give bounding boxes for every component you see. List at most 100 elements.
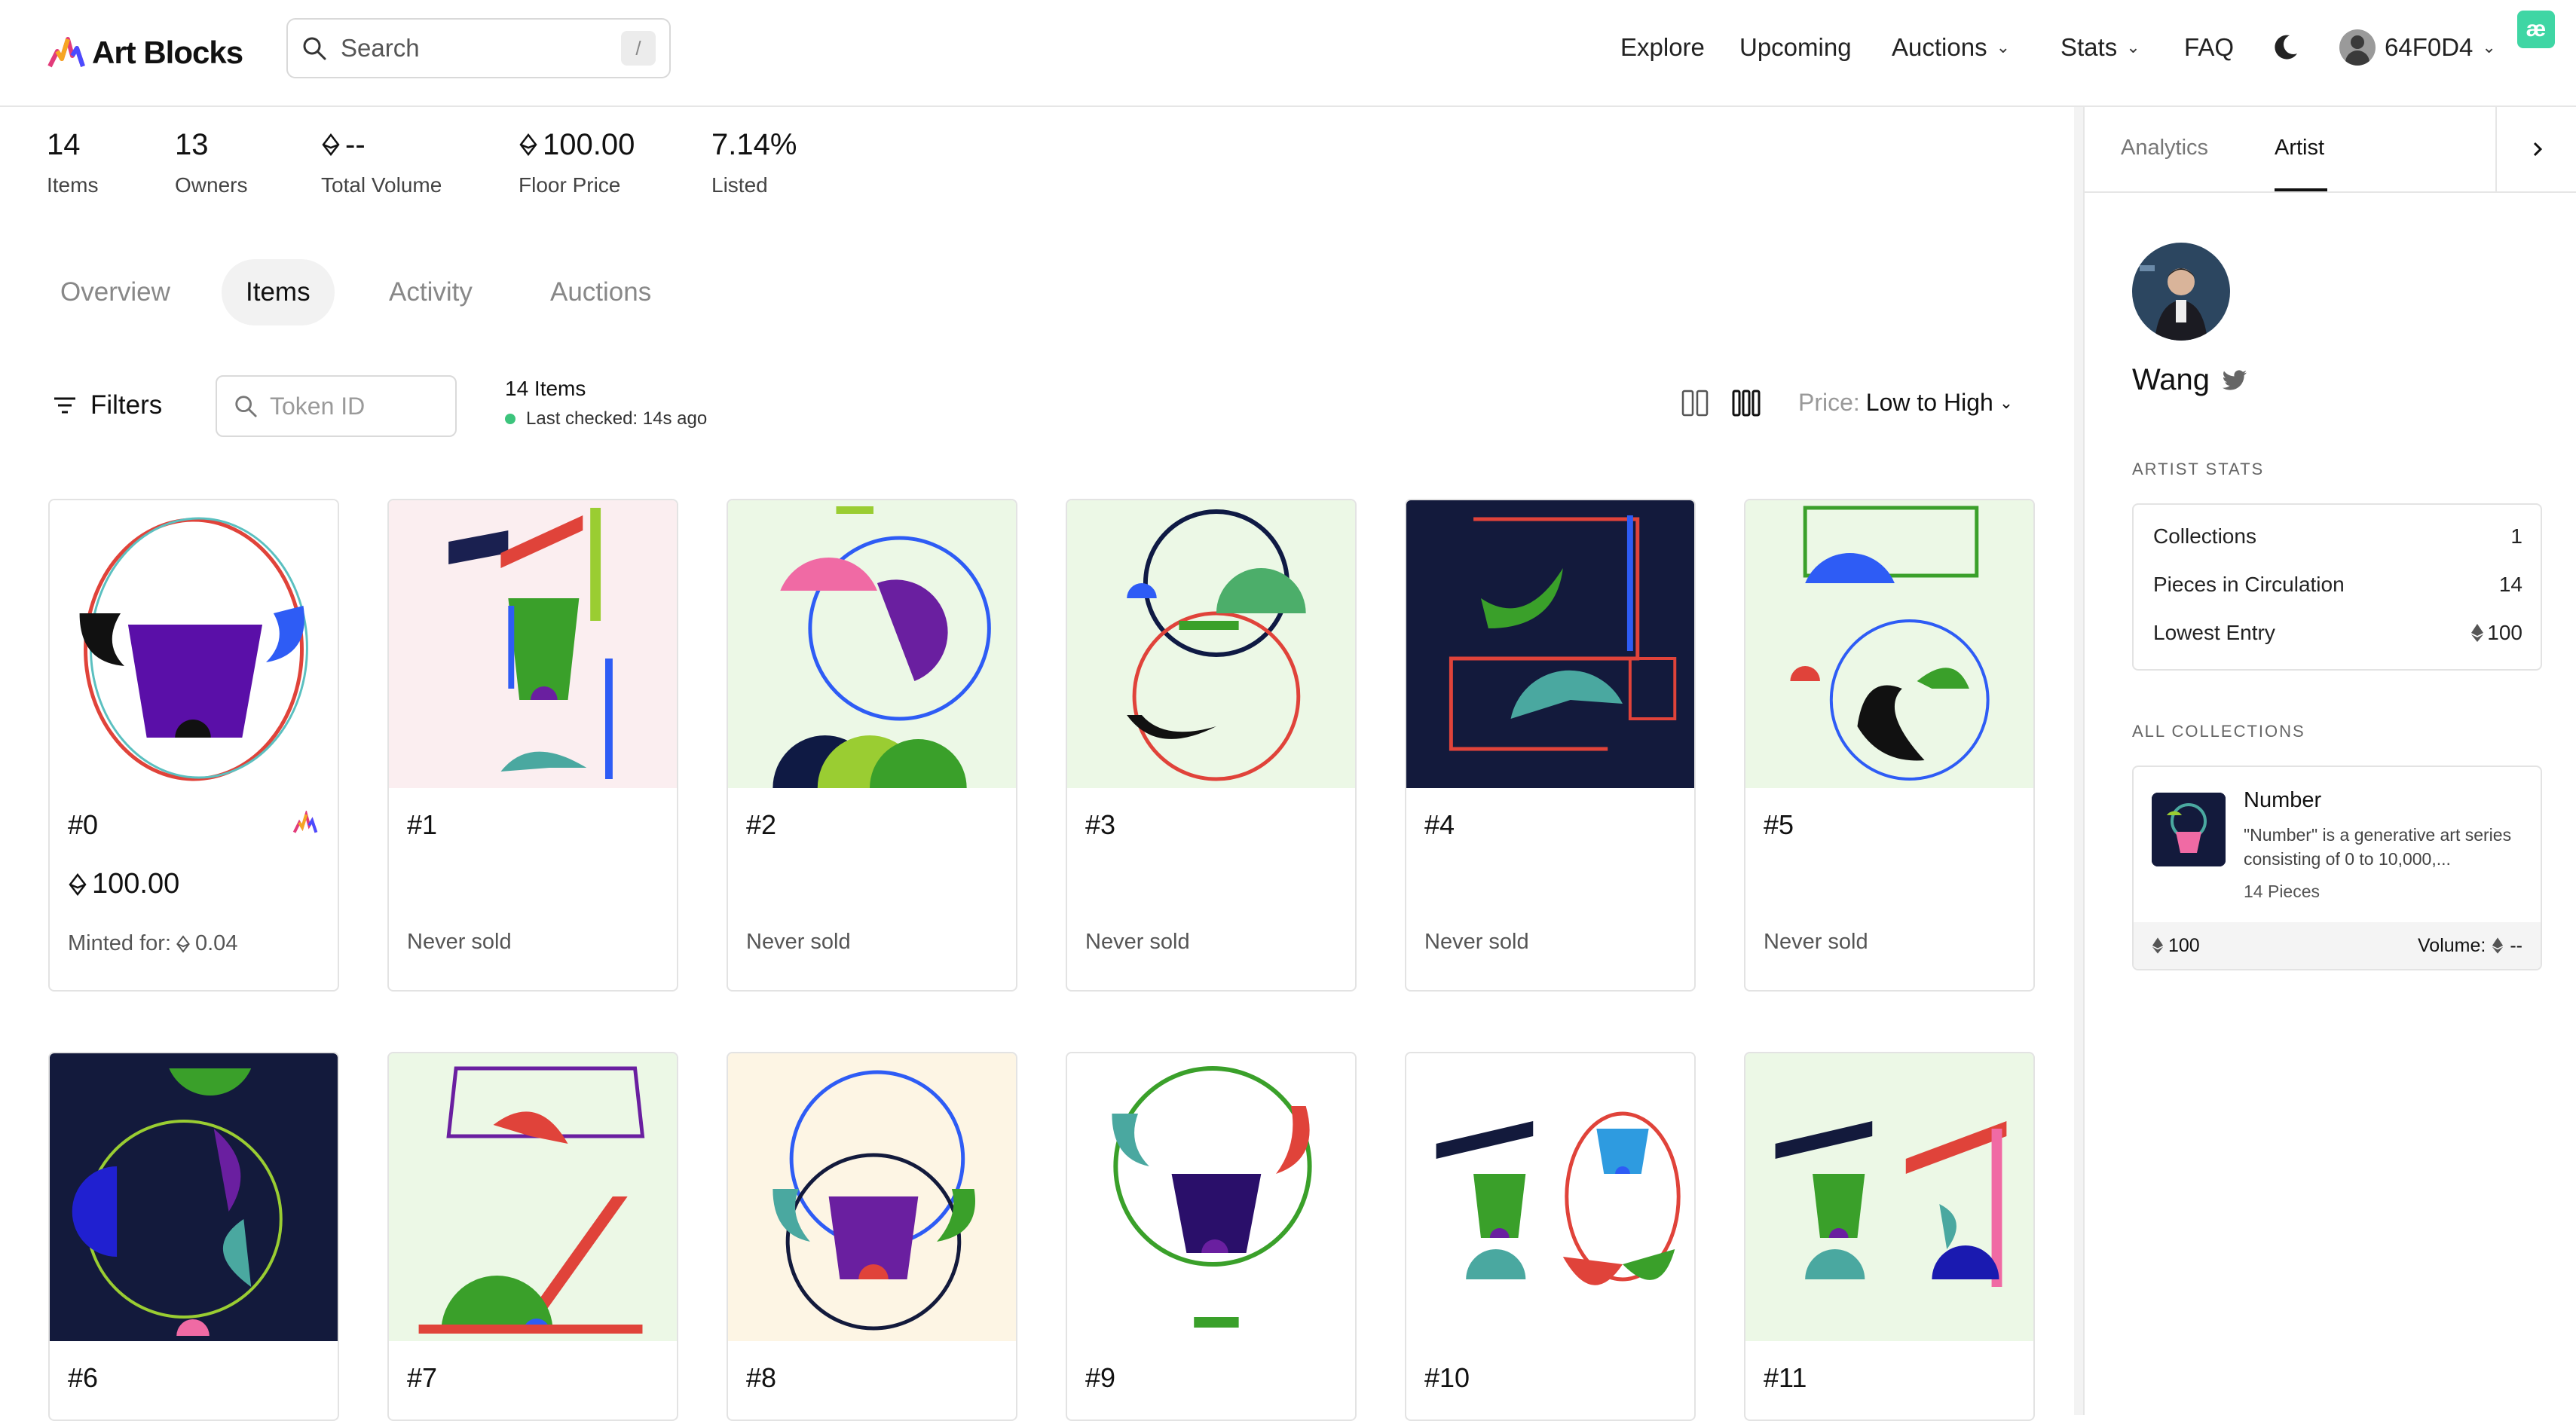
twitter-icon[interactable] xyxy=(2222,369,2247,391)
collection-card[interactable]: Number "Number" is a generative art seri… xyxy=(2132,766,2542,970)
item-sale-status: Never sold xyxy=(746,930,851,954)
artist-stat-row: Collections 1 xyxy=(2153,524,2522,549)
item-number: #3 xyxy=(1085,809,1116,840)
eth-icon xyxy=(2471,624,2484,642)
item-minted-for: Minted for: 0.04 xyxy=(68,931,237,956)
item-number: #8 xyxy=(746,1362,777,1393)
stat-value: 7.14% xyxy=(711,127,797,161)
artist-name-label: Wang xyxy=(2132,363,2210,396)
artwork-thumbnail xyxy=(728,500,1016,788)
art-blocks-logo[interactable]: Art Blocks xyxy=(47,26,243,80)
nav-auctions[interactable]: Auctions ⌄ xyxy=(1892,0,2010,94)
artist-avatar[interactable] xyxy=(2132,243,2230,341)
tab-analytics[interactable]: Analytics xyxy=(2121,136,2208,160)
nav-auctions-label: Auctions xyxy=(1892,32,1987,61)
stat-label: Items xyxy=(47,173,99,197)
item-sale-status: Never sold xyxy=(1424,930,1529,954)
stat-label: Owners xyxy=(175,173,248,197)
minted-label: Minted for: xyxy=(68,931,171,955)
active-tab-indicator xyxy=(2275,188,2327,191)
item-number: #7 xyxy=(407,1362,438,1393)
artwork-thumbnail xyxy=(50,500,338,788)
artwork-thumbnail xyxy=(1406,500,1694,788)
eth-icon xyxy=(2152,937,2164,954)
chevron-down-icon: ⌄ xyxy=(2482,37,2496,57)
nav-stats-label: Stats xyxy=(2060,32,2118,61)
eth-icon xyxy=(322,133,340,156)
artist-stat-value: 14 xyxy=(2498,573,2522,596)
stat-label: Floor Price xyxy=(519,173,621,197)
collection-footer: 100 Volume: -- xyxy=(2134,922,2541,969)
nav-explore-label: Explore xyxy=(1620,32,1705,61)
item-card-0[interactable]: #0 100.00 Minted for: 0.04 xyxy=(48,499,339,992)
collection-pieces: 14 Pieces xyxy=(2244,882,2321,901)
collection-volume-label: Volume: xyxy=(2418,934,2486,956)
sort-select[interactable]: Price: Low to High ⌄ xyxy=(1798,389,2013,417)
stat-value: 13 xyxy=(175,127,209,161)
collection-description: "Number" is a generative art series cons… xyxy=(2244,825,2512,869)
nav-upcoming[interactable]: Upcoming xyxy=(1739,0,1852,94)
stat-owners: 13 Owners xyxy=(175,124,247,197)
item-number: #9 xyxy=(1085,1362,1116,1393)
top-navigation-bar: Art Blocks Search / Explore Upcoming Auc… xyxy=(0,0,2576,107)
tab-items[interactable]: Items xyxy=(222,259,335,325)
artist-stat-label: Collections xyxy=(2153,524,2256,548)
stat-label: Listed xyxy=(711,173,768,197)
item-number: #5 xyxy=(1764,809,1794,840)
sidebar-collapse-button[interactable] xyxy=(2495,107,2576,191)
sidebar-tabs: Analytics Artist xyxy=(2085,107,2576,193)
art-blocks-logo-icon xyxy=(47,37,85,68)
stat-value: -- xyxy=(345,127,366,161)
artist-stat-value: 100 xyxy=(2487,621,2522,644)
item-card-5[interactable]: #5 Never sold xyxy=(1744,499,2035,992)
item-card-7[interactable]: #7 xyxy=(387,1052,678,1421)
item-number: #4 xyxy=(1424,809,1455,840)
minted-value: 0.04 xyxy=(195,931,238,955)
content-scrollbar[interactable] xyxy=(2074,107,2083,1415)
eth-icon xyxy=(69,872,87,896)
artist-stat-label: Pieces in Circulation xyxy=(2153,573,2345,596)
nav-faq-label: FAQ xyxy=(2184,32,2235,61)
item-card-11[interactable]: #11 xyxy=(1744,1052,2035,1421)
item-number: #1 xyxy=(407,809,438,840)
item-card-4[interactable]: #4 Never sold xyxy=(1405,499,1696,992)
item-card-9[interactable]: #9 xyxy=(1066,1052,1357,1421)
nav-explore[interactable]: Explore xyxy=(1620,0,1705,94)
artwork-thumbnail xyxy=(728,1053,1016,1341)
item-card-10[interactable]: #10 xyxy=(1405,1052,1696,1421)
large-grid-view-icon[interactable] xyxy=(1681,389,1709,417)
item-number: #10 xyxy=(1424,1362,1470,1393)
item-sale-status: Never sold xyxy=(407,930,512,954)
account-address: 64F0D4 xyxy=(2385,32,2474,61)
tab-overview[interactable]: Overview xyxy=(60,259,170,325)
view-toggle xyxy=(1681,389,1761,417)
item-card-2[interactable]: #2 Never sold xyxy=(727,499,1017,992)
filter-icon xyxy=(54,397,75,414)
artist-stat-value: 1 xyxy=(2510,524,2522,548)
token-id-input[interactable]: Token ID xyxy=(216,375,457,437)
chevron-down-icon: ⌄ xyxy=(1996,37,2011,57)
search-input[interactable]: Search / xyxy=(286,18,671,78)
item-card-6[interactable]: #6 xyxy=(48,1052,339,1421)
artist-stat-label: Lowest Entry xyxy=(2153,621,2275,644)
account-menu[interactable]: 64F0D4 ⌄ xyxy=(2339,0,2496,94)
tab-artist[interactable]: Artist xyxy=(2275,136,2324,160)
tab-auctions[interactable]: Auctions xyxy=(550,259,651,325)
artist-stat-row: Pieces in Circulation 14 xyxy=(2153,573,2522,597)
item-card-1[interactable]: #1 Never sold xyxy=(387,499,678,992)
artwork-thumbnail xyxy=(50,1053,338,1341)
items-count: 14 Items Last checked: 14s ago xyxy=(505,377,707,429)
artist-name: Wang xyxy=(2132,363,2247,397)
stat-items: 14 Items xyxy=(47,124,98,197)
art-blocks-logo-icon xyxy=(292,811,318,833)
tab-activity[interactable]: Activity xyxy=(389,259,473,325)
nav-faq[interactable]: FAQ xyxy=(2184,0,2234,94)
filters-button[interactable]: Filters xyxy=(53,383,162,428)
ae-extension-icon[interactable]: æ xyxy=(2517,11,2555,48)
item-sale-status: Never sold xyxy=(1764,930,1868,954)
item-card-8[interactable]: #8 xyxy=(727,1052,1017,1421)
small-grid-view-icon[interactable] xyxy=(1732,389,1761,417)
item-card-3[interactable]: #3 Never sold xyxy=(1066,499,1357,992)
dark-mode-toggle[interactable] xyxy=(2270,0,2300,94)
nav-stats[interactable]: Stats ⌄ xyxy=(2060,0,2140,94)
